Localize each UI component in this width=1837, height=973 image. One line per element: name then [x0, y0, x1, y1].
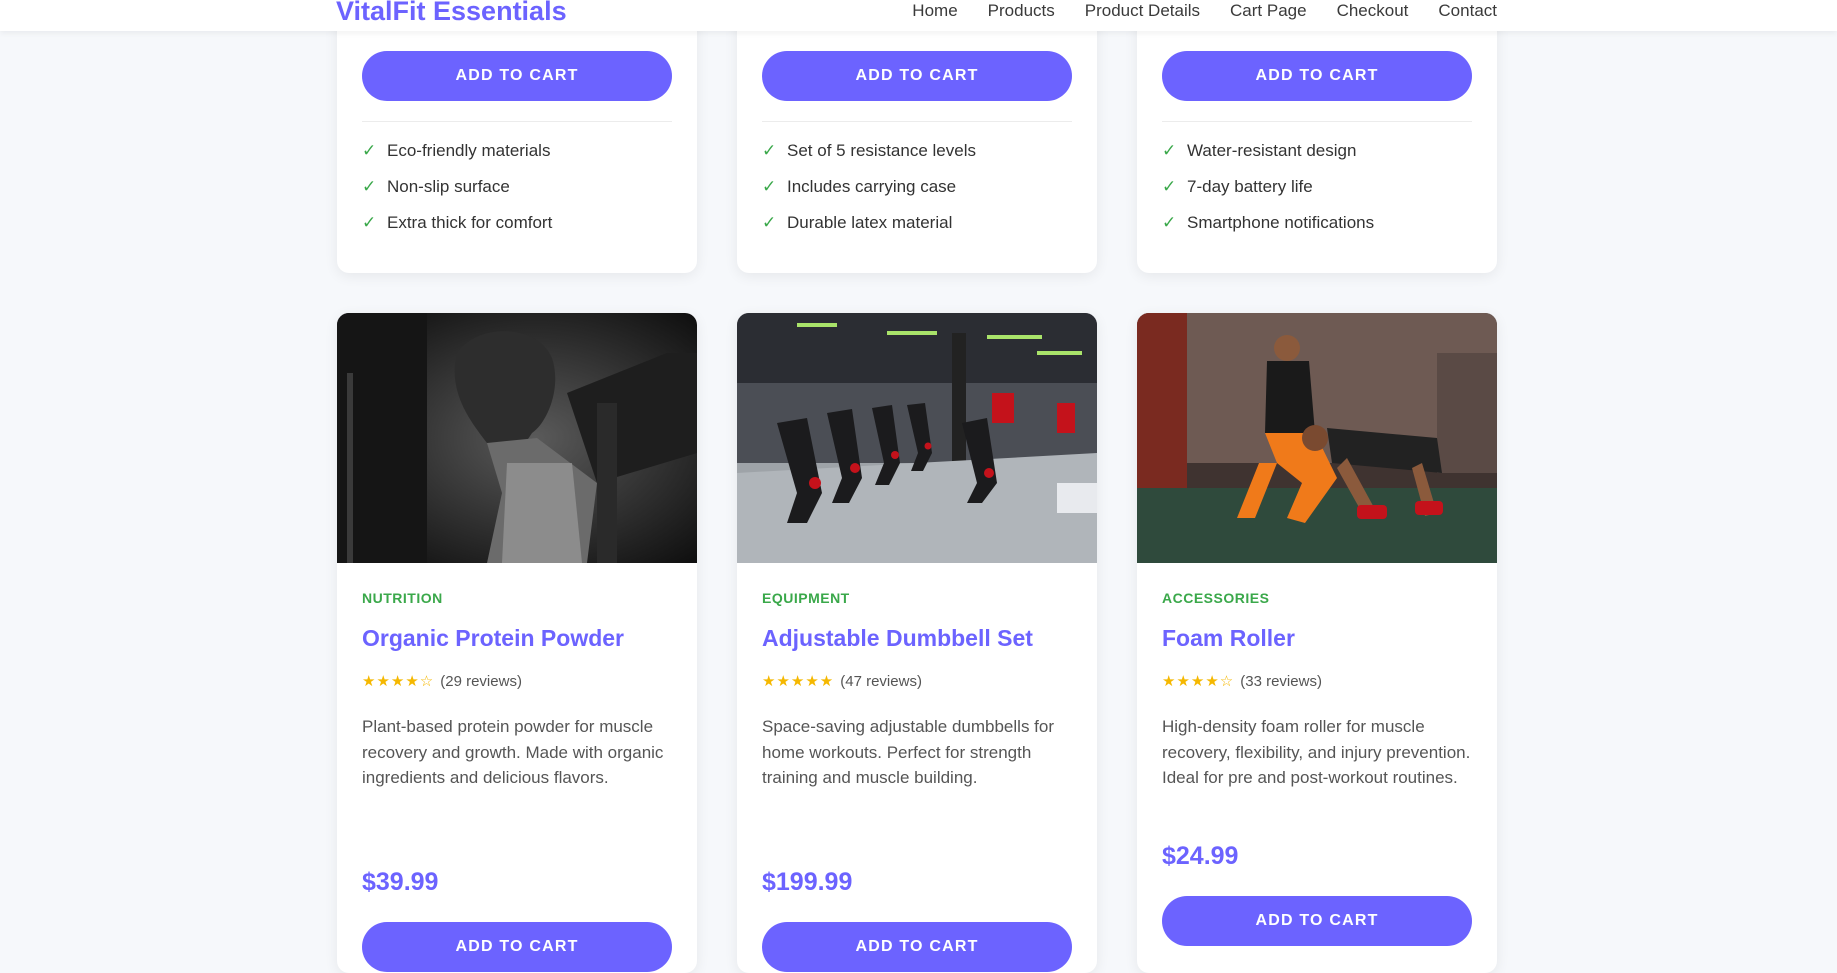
product-description: High-density foam roller for muscle reco… — [1162, 717, 1471, 787]
check-icon: ✓ — [362, 177, 377, 196]
card-divider — [362, 121, 672, 122]
product-category: NUTRITION — [362, 590, 443, 606]
product-card: ACCESSORIES Foam Roller ★★★★☆ (33 reviews… — [1137, 313, 1497, 973]
star-rating-icon: ★★★★☆ — [362, 673, 435, 690]
product-image[interactable] — [737, 313, 1097, 563]
gym-bikes-photo — [737, 313, 1097, 563]
check-icon: ✓ — [762, 177, 777, 196]
product-image[interactable] — [1137, 313, 1497, 563]
card-divider — [1162, 121, 1472, 122]
product-title[interactable]: Adjustable Dumbbell Set — [762, 625, 1033, 652]
nav-contact[interactable]: Contact — [1438, 1, 1497, 21]
product-card: ADD TO CART ✓ Eco-friendly materials ✓ Non… — [337, 0, 697, 273]
feature-item: ✓ Smartphone notifications — [1162, 205, 1472, 241]
feature-item: ✓ Non-slip surface — [362, 169, 672, 205]
product-rating: ★★★★☆ (29 reviews) — [362, 672, 522, 690]
star-rating-icon: ★★★★★ — [762, 673, 835, 690]
nav-product-details[interactable]: Product Details — [1085, 1, 1200, 21]
add-to-cart-button[interactable]: ADD TO CART — [362, 51, 672, 101]
product-card: EQUIPMENT Adjustable Dumbbell Set ★★★★★ (… — [737, 313, 1097, 973]
nav-cart-page[interactable]: Cart Page — [1230, 1, 1307, 21]
check-icon: ✓ — [362, 141, 377, 160]
product-card: NUTRITION Organic Protein Powder ★★★★☆ (2… — [337, 313, 697, 973]
nav-home[interactable]: Home — [912, 1, 957, 21]
check-icon: ✓ — [762, 213, 777, 232]
product-rating: ★★★★☆ (33 reviews) — [1162, 672, 1322, 690]
feature-item: ✓ Extra thick for comfort — [362, 205, 672, 241]
product-price: $39.99 — [362, 868, 439, 896]
card-divider — [762, 121, 1072, 122]
feature-item: ✓ Durable latex material — [762, 205, 1072, 241]
check-icon: ✓ — [1162, 141, 1177, 160]
product-rating: ★★★★★ (47 reviews) — [762, 672, 922, 690]
product-category: ACCESSORIES — [1162, 590, 1270, 606]
nav-products[interactable]: Products — [988, 1, 1055, 21]
add-to-cart-button[interactable]: ADD TO CART — [762, 51, 1072, 101]
add-to-cart-button[interactable]: ADD TO CART — [362, 922, 672, 972]
product-description: Space-saving adjustable dumbbells for ho… — [762, 717, 1055, 787]
add-to-cart-button[interactable]: ADD TO CART — [1162, 51, 1472, 101]
star-rating-icon: ★★★★☆ — [1162, 673, 1235, 690]
review-count: (47 reviews) — [840, 673, 922, 690]
nav-links: Home Products Product Details Cart Page … — [912, 1, 1497, 21]
product-price: $24.99 — [1162, 842, 1239, 870]
feature-item: ✓ Includes carrying case — [762, 169, 1072, 205]
feature-item: ✓ Water-resistant design — [1162, 133, 1472, 169]
brand-logo[interactable]: VitalFit Essentials — [336, 0, 567, 27]
check-icon: ✓ — [1162, 213, 1177, 232]
check-icon: ✓ — [362, 213, 377, 232]
add-to-cart-button[interactable]: ADD TO CART — [1162, 896, 1472, 946]
feature-list: ✓ Set of 5 resistance levels ✓ Includes ca… — [762, 133, 1072, 241]
feature-item: ✓ Set of 5 resistance levels — [762, 133, 1072, 169]
product-card: ADD TO CART ✓ Set of 5 resistance levels … — [737, 0, 1097, 273]
product-image[interactable] — [337, 313, 697, 563]
add-to-cart-button[interactable]: ADD TO CART — [762, 922, 1072, 972]
feature-list: ✓ Water-resistant design ✓ 7-day battery l… — [1162, 133, 1472, 241]
check-icon: ✓ — [762, 141, 777, 160]
product-description: Plant-based protein powder for muscle re… — [362, 717, 664, 787]
trainer-pushup-photo — [1137, 313, 1497, 563]
product-title[interactable]: Foam Roller — [1162, 625, 1295, 652]
review-count: (33 reviews) — [1240, 673, 1322, 690]
feature-item: ✓ 7-day battery life — [1162, 169, 1472, 205]
product-title[interactable]: Organic Protein Powder — [362, 625, 624, 652]
feature-item: ✓ Eco-friendly materials — [362, 133, 672, 169]
product-card: ADD TO CART ✓ Water-resistant design ✓ 7-d… — [1137, 0, 1497, 273]
woman-athlete-photo — [337, 313, 697, 563]
product-category: EQUIPMENT — [762, 590, 850, 606]
nav-checkout[interactable]: Checkout — [1337, 1, 1409, 21]
check-icon: ✓ — [1162, 177, 1177, 196]
product-price: $199.99 — [762, 868, 853, 896]
review-count: (29 reviews) — [440, 673, 522, 690]
top-navbar: VitalFit Essentials Home Products Produc… — [0, 0, 1837, 31]
feature-list: ✓ Eco-friendly materials ✓ Non-slip surfac… — [362, 133, 672, 241]
